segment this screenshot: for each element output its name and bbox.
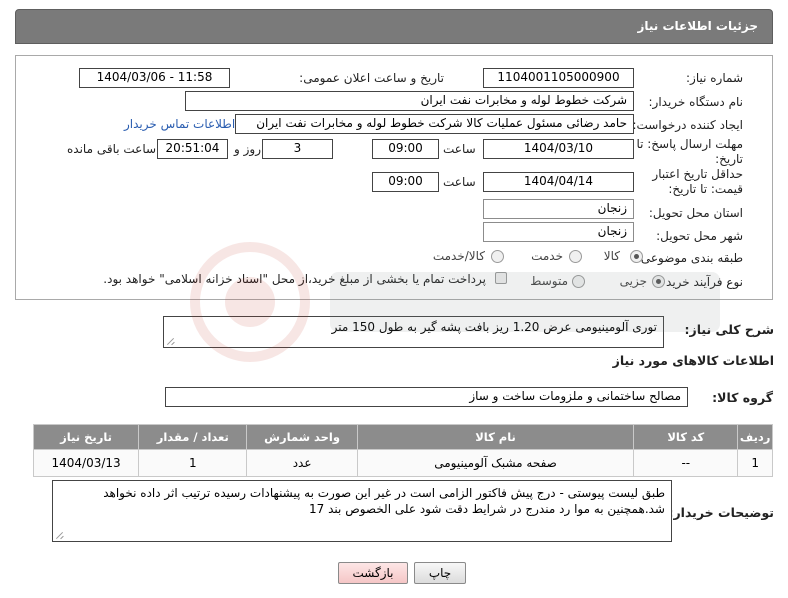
price-validity-date[interactable]: 1404/04/14 — [483, 172, 634, 192]
buyer-org-field[interactable]: شرکت خطوط لوله و مخابرات نفت ایران — [185, 91, 634, 111]
reply-deadline-date[interactable]: 1404/03/10 — [483, 139, 634, 159]
need-number-label: شماره نیاز: — [686, 71, 743, 85]
requester-field[interactable]: حامد رضائی مسئول عملیات کالا شرکت خطوط ل… — [235, 114, 634, 134]
category-service-label: خدمت — [531, 249, 563, 263]
buyer-notes-field[interactable]: طبق لیست پیوستی - درج پیش فاکتور الزامی … — [52, 480, 672, 542]
process-minor-radio[interactable] — [652, 275, 665, 288]
description-label: شرح کلی نیاز: — [684, 322, 774, 337]
category-goods-label: کالا — [603, 249, 620, 263]
process-minor-label: جزیی — [619, 274, 647, 288]
delivery-province-field[interactable]: زنجان — [483, 199, 634, 219]
buyer-notes-label: توضیحات خریدار: — [668, 505, 774, 520]
buyer-contact-link[interactable]: اطلاعات تماس خریدار — [124, 117, 235, 131]
resize-grip-icon[interactable] — [166, 337, 174, 345]
reply-days-field[interactable]: 3 — [262, 139, 333, 159]
description-field[interactable]: توری آلومینیومی عرض 1.20 ریز بافت پشه گی… — [163, 316, 664, 348]
col-unit: واحد شمارش — [246, 424, 358, 450]
category-goods-service-label: کالا/خدمت — [432, 249, 485, 263]
need-number-field[interactable]: 1104001105000900 — [483, 68, 634, 88]
reply-deadline-time[interactable]: 09:00 — [372, 139, 439, 159]
reply-deadline-label: مهلت ارسال پاسخ: تا تاریخ: — [636, 137, 743, 166]
price-validity-time[interactable]: 09:00 — [372, 172, 439, 192]
category-goods-service-radio[interactable] — [491, 250, 504, 263]
delivery-city-label: شهر محل تحویل: — [656, 229, 743, 243]
purchase-process-label: نوع فرآیند خرید : — [658, 275, 743, 289]
cell-qty: 1 — [138, 449, 248, 477]
category-label: طبقه بندی موضوعی: — [636, 251, 743, 265]
col-name: نام کالا — [356, 424, 635, 450]
price-validity-time-label: ساعت — [443, 175, 476, 189]
col-code: کد کالا — [633, 424, 739, 450]
remaining-time-label: ساعت باقی مانده — [67, 142, 157, 156]
cell-name: صفحه مشبک آلومینیومی — [356, 449, 635, 477]
print-button[interactable]: چاپ — [414, 562, 466, 584]
col-date: تاریخ نیاز — [32, 424, 140, 450]
goods-table: ردیف کد کالا نام کالا واحد شمارش تعداد /… — [32, 424, 773, 477]
resize-grip-icon[interactable] — [55, 531, 63, 539]
days-label: روز و — [234, 142, 261, 156]
cell-code: -- — [633, 449, 739, 477]
col-row: ردیف — [737, 424, 773, 450]
cell-unit: عدد — [246, 449, 358, 477]
category-service-radio[interactable] — [569, 250, 582, 263]
announce-datetime-field[interactable]: 1404/03/06 - 11:58 — [79, 68, 230, 88]
treasury-payment-checkbox[interactable] — [495, 272, 507, 284]
goods-group-field[interactable]: مصالح ساختمانی و ملزومات ساخت و ساز — [165, 387, 688, 407]
page-title: جزئیات اطلاعات نیاز — [637, 19, 758, 33]
goods-section-title: اطلاعات کالاهای مورد نیاز — [612, 353, 774, 368]
requester-label: ایجاد کننده درخواست: — [632, 118, 743, 132]
buyer-notes-text: طبق لیست پیوستی - درج پیش فاکتور الزامی … — [103, 486, 665, 516]
treasury-payment-note: پرداخت تمام یا بخشی از مبلغ خرید،از محل … — [103, 272, 486, 286]
delivery-city-field[interactable]: زنجان — [483, 222, 634, 242]
category-goods-radio[interactable] — [630, 250, 643, 263]
price-validity-label: حداقل تاریخ اعتبار قیمت: تا تاریخ: — [652, 167, 743, 196]
goods-table-header: ردیف کد کالا نام کالا واحد شمارش تعداد /… — [32, 424, 773, 450]
col-qty: تعداد / مقدار — [138, 424, 248, 450]
goods-group-label: گروه کالا: — [712, 390, 773, 405]
back-button[interactable]: بازگشت — [338, 562, 408, 584]
panel-header: جزئیات اطلاعات نیاز — [15, 9, 773, 44]
cell-row: 1 — [737, 449, 773, 477]
announce-datetime-label: تاریخ و ساعت اعلان عمومی: — [299, 71, 444, 85]
reply-deadline-time-label: ساعت — [443, 142, 476, 156]
cell-date: 1404/03/13 — [32, 449, 140, 477]
table-row[interactable]: 1 -- صفحه مشبک آلومینیومی عدد 1 1404/03/… — [32, 449, 773, 477]
description-text: توری آلومینیومی عرض 1.20 ریز بافت پشه گی… — [331, 320, 657, 334]
buyer-org-label: نام دستگاه خریدار: — [648, 95, 744, 109]
remaining-time-field: 20:51:04 — [157, 139, 228, 159]
process-medium-label: متوسط — [530, 274, 568, 288]
delivery-province-label: استان محل تحویل: — [648, 206, 743, 220]
process-medium-radio[interactable] — [572, 275, 585, 288]
